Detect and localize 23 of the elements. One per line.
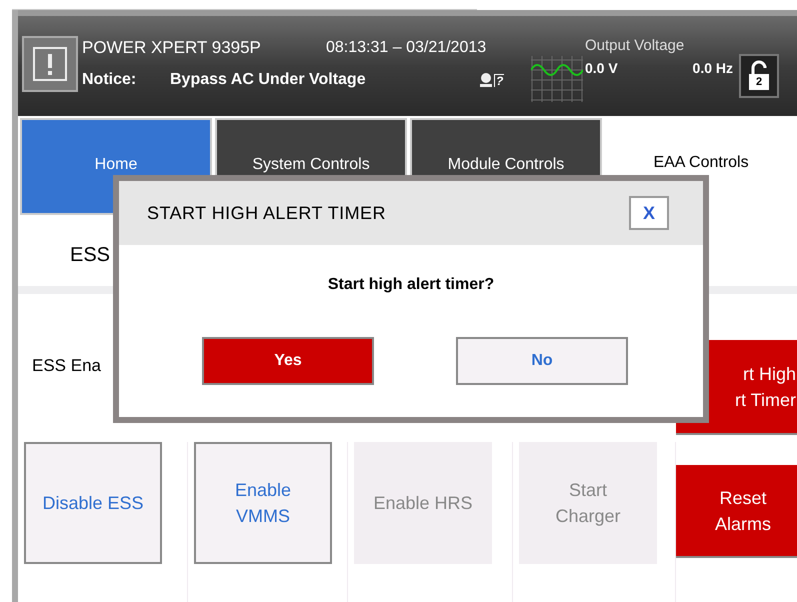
exclamation-icon bbox=[32, 46, 68, 82]
unlocked-padlock-icon bbox=[747, 60, 771, 92]
close-button[interactable]: X bbox=[629, 196, 669, 230]
dialog-message: Start high alert timer? bbox=[326, 275, 496, 295]
waveform-icon bbox=[531, 56, 583, 102]
notice-text: Bypass AC Under Voltage bbox=[170, 70, 367, 90]
lock-button[interactable]: 2 bbox=[739, 54, 779, 98]
section-heading: ESS bbox=[70, 243, 110, 268]
help-button[interactable]: ? bbox=[478, 72, 504, 88]
yes-button[interactable]: Yes bbox=[202, 337, 374, 385]
frequency-reading: 0.0 Hz bbox=[692, 59, 733, 78]
product-name: POWER XPERT 9395P bbox=[82, 37, 262, 60]
date-time: 08:13:31 – 03/21/2013 bbox=[326, 38, 486, 58]
action-button[interactable]: Disable ESS bbox=[24, 442, 162, 564]
alarm-button[interactable] bbox=[22, 36, 78, 92]
voltage-reading: 0.0 V bbox=[585, 59, 618, 78]
action-button[interactable]: Enable VMMS bbox=[194, 442, 332, 564]
output-voltage-label: Output Voltage bbox=[585, 36, 686, 56]
person-icon bbox=[478, 72, 494, 88]
no-button[interactable]: No bbox=[456, 337, 628, 385]
notice-label: Notice: bbox=[82, 70, 138, 90]
ess-label: ESS Ena bbox=[32, 355, 101, 378]
action-button[interactable]: Reset Alarms bbox=[676, 465, 797, 558]
